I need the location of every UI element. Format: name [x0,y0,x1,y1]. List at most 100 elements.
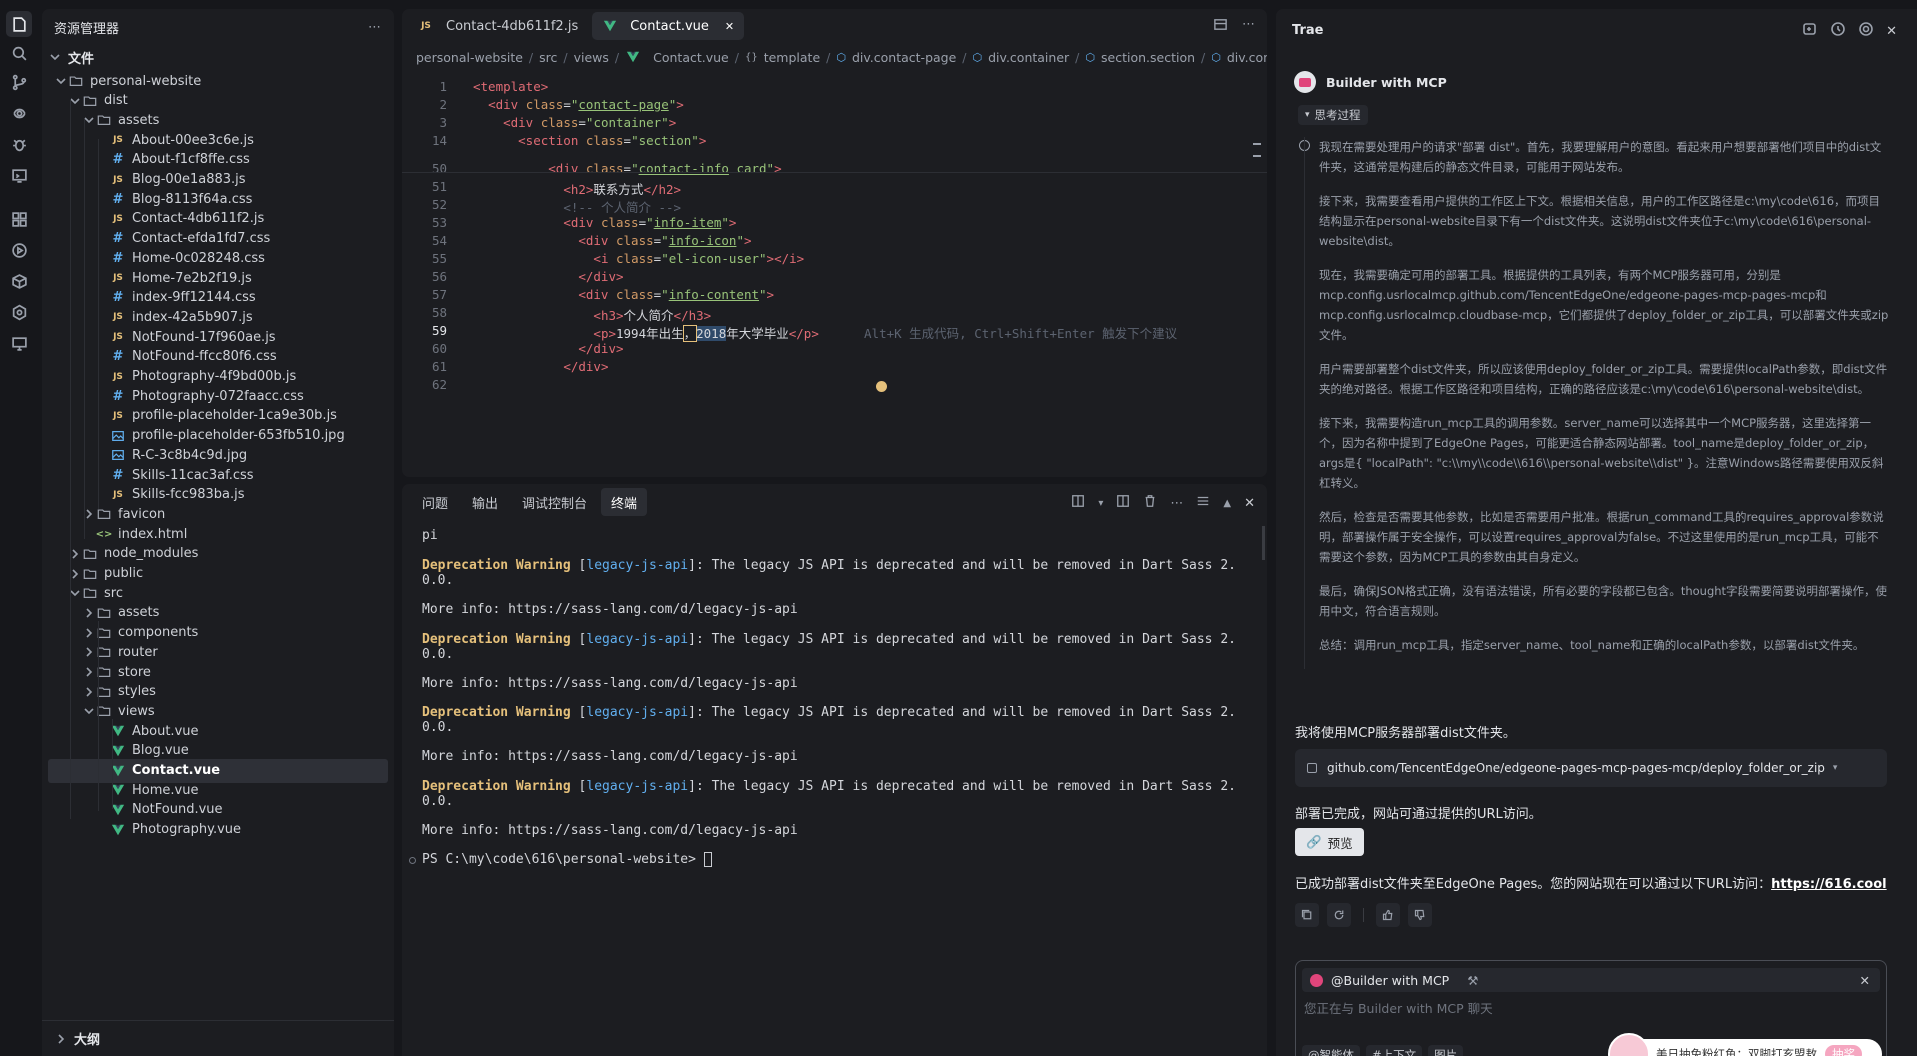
settings-hex-icon[interactable] [6,299,32,325]
extensions-icon[interactable] [6,206,32,232]
close-icon[interactable]: ✕ [1860,973,1870,988]
code-line[interactable]: <div class="info-content"> [473,287,774,302]
code-line[interactable]: <h2>联系方式</h2> [473,179,681,198]
promo-toast[interactable]: 美日抽免粉红鱼：双脚打亥盟敖 抽奖 [1608,1033,1882,1056]
more-icon[interactable]: ⋯ [368,20,382,35]
panel-tab-1[interactable]: 输出 [462,488,508,516]
thumbs-down-icon[interactable] [1408,903,1432,927]
css-file-icon: # [112,250,124,266]
new-chat-icon[interactable] [1802,21,1818,41]
panel-tab-0[interactable]: 问题 [412,488,458,516]
folder-icon [82,566,98,582]
breadcrumb-item[interactable]: section.section [1101,50,1195,65]
remote-icon[interactable] [6,100,32,126]
breadcrumb-item[interactable]: personal-website [416,50,523,65]
deploy-url-link[interactable]: https://616.cool [1771,877,1887,892]
run-icon[interactable] [6,237,32,263]
layout-icon[interactable] [1071,494,1085,512]
preview-button[interactable]: 🔗 预览 [1295,828,1364,856]
mention-agent-button[interactable]: @智能体 [1302,1045,1360,1056]
terminal-icon[interactable] [6,162,32,188]
breadcrumb-item[interactable]: template [764,50,820,65]
code-line[interactable]: <div class="info-item"> [473,215,736,230]
code-line[interactable]: <h3>个人简介</h3> [473,305,711,324]
line-number: 51 [431,179,447,194]
code-line[interactable]: <div class="contact-page"> [473,97,684,112]
breadcrumb-item[interactable]: src [539,50,557,65]
thinking-paragraph: 用户需要部署整个dist文件夹，所以应该使用deploy_folder_or_z… [1319,362,1888,396]
code-line[interactable]: <div class="container"> [473,115,676,130]
source-control-icon[interactable] [6,69,32,95]
tab-contact-4db611f2-js[interactable]: JS Contact-4db611f2.js [408,12,588,40]
split-terminal-icon[interactable] [1116,494,1130,512]
code-line[interactable]: <!-- 个人简介 --> [473,197,681,216]
lightbulb-icon[interactable] [876,381,887,392]
maximize-icon[interactable]: ▲ [1223,498,1231,509]
retry-icon[interactable] [1327,903,1351,927]
thinking-toggle[interactable]: ▾ 思考过程 [1298,105,1368,125]
chat-input[interactable]: 您正在与 Builder with MCP 聊天 [1304,998,1493,1017]
file-label: router [118,644,158,660]
breadcrumb-item[interactable]: views [574,50,609,65]
chat-title: Trae [1292,23,1324,38]
file-label: styles [118,684,156,700]
file-label: NotFound.vue [132,802,223,818]
code-line[interactable]: </div> [473,359,608,374]
tab-contact-vue[interactable]: Contact.vue ✕ [592,12,745,40]
gear-icon[interactable] [1858,21,1874,41]
terminal-line: More info: https://sass-lang.com/d/legac… [422,749,798,765]
scrollbar[interactable] [1262,526,1265,560]
history-icon[interactable] [1830,21,1846,41]
code-line[interactable]: </div> [473,341,623,356]
file-label: dist [104,93,128,109]
file-item[interactable]: Photography.vue [48,818,388,842]
breadcrumb-item[interactable]: Contact.vue [653,50,729,65]
code-line[interactable]: <section class="section"> [473,133,706,148]
agent-chip[interactable]: @Builder with MCP ⚒ ✕ [1302,968,1880,992]
split-editor-icon[interactable] [1213,17,1228,36]
editor-group: JS Contact-4db611f2.js Contact.vue ✕ ⋯ pers… [402,9,1267,477]
panel-tab-3[interactable]: 终端 [601,488,648,516]
breadcrumb-item[interactable]: div.contact-cor [1227,50,1267,65]
context-button[interactable]: #上下文 [1366,1045,1423,1056]
code-line[interactable]: <div class="contact-info card"> [473,161,781,176]
search-icon[interactable] [6,40,32,66]
line-number: 53 [431,215,447,230]
package-icon[interactable] [6,268,32,294]
image-button[interactable]: 图片 [1428,1045,1464,1056]
code-line[interactable]: <i class="el-icon-user"></i> [473,251,804,266]
tool-call[interactable]: github.com/TencentEdgeOne/edgeone-pages-… [1295,749,1887,787]
js-file-icon: JS [113,273,123,283]
code-line[interactable]: </div> [473,269,623,284]
panel-tab-2[interactable]: 调试控制台 [512,488,597,516]
sliders-icon[interactable] [1196,494,1210,512]
code-area[interactable]: 1 <template> 2 <div class="contact-page"> 3… [402,79,1267,477]
more-icon[interactable]: ⋯ [1242,17,1255,36]
scrollbar[interactable] [1253,143,1261,157]
section-outline[interactable]: 大纲 [42,1020,394,1056]
file-label: About.vue [132,723,199,739]
breadcrumb-item[interactable]: div.container [988,50,1069,65]
screen-icon[interactable] [6,330,32,356]
trash-icon[interactable] [1143,494,1157,512]
file-label: Blog-8113f64a.css [132,191,253,207]
close-icon[interactable]: ✕ [1886,24,1897,39]
terminal-prompt[interactable]: PS C:\my\code\616\personal-website> [422,851,1257,869]
lottery-button[interactable]: 抽奖 [1825,1045,1862,1056]
agent-name: Builder with MCP [1326,75,1447,90]
tools-icon[interactable]: ⚒ [1467,973,1478,988]
breadcrumb-item[interactable]: div.contact-page [852,50,956,65]
code-line[interactable]: <div class="info-icon"> [473,233,751,248]
close-icon[interactable]: ✕ [725,20,734,33]
thumbs-up-icon[interactable] [1376,903,1400,927]
debug-icon[interactable] [6,131,32,157]
chevron-down-icon[interactable]: ▾ [1098,498,1103,509]
thinking-paragraph: 接下来，我需要构造run_mcp工具的调用参数。server_name可以选择其… [1319,416,1884,490]
code-line[interactable]: <p>1994年出生，2018年大学毕业</p> Alt+K 生成代码, Ctr… [473,323,1177,342]
section-files[interactable]: 文件 [48,45,388,69]
close-icon[interactable]: ✕ [1244,496,1255,511]
code-line[interactable]: <template> [473,79,548,94]
copy-icon[interactable] [1295,903,1319,927]
more-icon[interactable]: ⋯ [1170,496,1183,511]
explorer-icon[interactable] [6,11,32,37]
